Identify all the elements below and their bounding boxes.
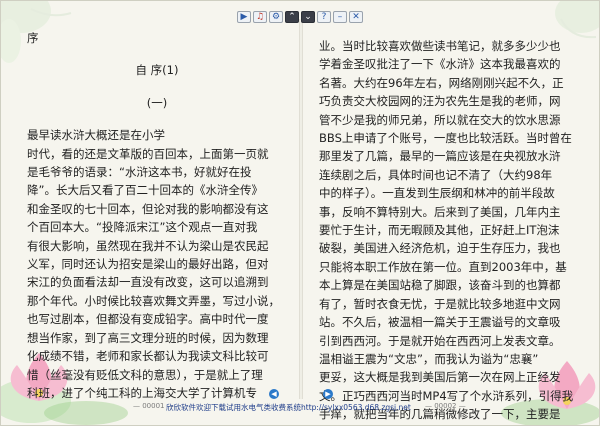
settings-icon[interactable]: ⚙ — [269, 11, 283, 23]
text-line: 是毛爷爷的语录：“水浒这本书，好就好在投 — [27, 165, 252, 180]
text-line: 惜（丝毫没有贬低文科的意思），于是就上了理 — [27, 367, 263, 382]
text-line: 那个年代。小时候比较喜欢舞文弄墨，写过小说， — [27, 293, 280, 308]
play-icon[interactable]: ▶ — [237, 11, 251, 23]
page-heading: 序 — [27, 31, 39, 45]
text-line: 有了，暂时衣食无忧，于是就比较多地逛中文网 — [319, 296, 561, 311]
text-line: 破裂，美国进入经济危机，迫于生存压力，我也 — [319, 241, 561, 256]
text-line: 只能将本职工作放在第一位。直到2003年中，基 — [319, 259, 567, 274]
reader-toolbar: ▶ ♫ ⚙ ⌃ ⌄ ? – ✕ — [237, 11, 363, 25]
text-line: 个百回本大。“投降派宋江”这个观点一直对我 — [27, 220, 258, 235]
prev-page-icon[interactable]: ◀ — [269, 389, 279, 399]
text-line: 业。当时比较喜欢做些读书笔记，就多多少少也 — [319, 39, 561, 53]
promo-link-text[interactable]: 欣欣软件欢迎下载试用水电气类收费系统http://sylxx0563.d68.z… — [166, 403, 411, 412]
down-icon[interactable]: ⌄ — [301, 11, 315, 23]
text-line: 温相谥王震为“文忠”，而我认为谥为“忠襄” — [319, 351, 539, 366]
promo-link[interactable]: 欣欣软件欢迎下载试用水电气类收费系统http://sylxx0563.d68.z… — [166, 402, 411, 413]
text-line: 引到西西河。于是就开始在西西河上发表文章。 — [319, 333, 561, 348]
right-page-number: — 00002 — — [425, 402, 466, 410]
chapter-title: 自 序(1) — [135, 63, 179, 78]
text-line: 连续剧之后，具体时间也记不清了（大约98年 — [319, 167, 553, 182]
text-line: 事，反响不算特别大。后来到了美国，几年内主 — [319, 204, 561, 219]
text-line: 时代，看的还是文革版的百回本，上面第一页就 — [27, 146, 269, 161]
text-line: 那里发了几篇，最早的一篇应该是在央视放水浒 — [319, 149, 561, 164]
text-line: 名著。大约在96年左右，网络刚刚兴起不久，正 — [319, 75, 564, 90]
text-line: 本上算是在美国站稳了脚跟，该奋斗到的也算都 — [319, 278, 561, 293]
text-line: 站。不久后，被温相一篇关于王震谥号的文章吸 — [319, 315, 561, 330]
minimize-icon[interactable]: – — [333, 11, 347, 23]
up-icon[interactable]: ⌃ — [285, 11, 299, 23]
text-line: 义军，同时还认为招安是梁山的最好出路，但对 — [27, 257, 269, 272]
text-line: 科班，进了个纯工科的上海交大学了计算机专 — [27, 385, 257, 400]
help-icon[interactable]: ? — [317, 11, 331, 23]
text-line: 要忙于生计，而无暇顾及其他，正好赶上IT泡沫 — [319, 223, 560, 238]
text-line: 和金圣叹的七十回本，但论对我的影响都没有这 — [27, 201, 269, 216]
book-spine — [299, 19, 303, 399]
right-page: 业。当时比较喜欢做些读书笔记，就多多少少也 学着金圣叹批注了一下《水浒》这本我最… — [319, 37, 581, 421]
text-line: 想当作家，到了高三文理分班的时候，因为数理 — [27, 330, 269, 345]
close-icon[interactable]: ✕ — [349, 11, 363, 23]
text-line: 降”。长大后又看了百二十回本的《水浒全传》 — [27, 183, 263, 198]
text-line: 学着金圣叹批注了一下《水浒》这本我最喜欢的 — [319, 57, 561, 72]
music-icon[interactable]: ♫ — [253, 11, 267, 23]
text-line: 有很大影响，虽然现在我并不认为梁山是农民起 — [27, 238, 269, 253]
text-line: BBS上申请了个账号，一度也比较活跃。当时曾在 — [319, 131, 572, 146]
text-line: 宋江的负面看法却一直没有改变，这可以追溯到 — [27, 275, 269, 290]
text-line: 管不少是我的师兄弟，所以就在交大的饮水思源 — [319, 112, 561, 127]
text-line: 也写过剧本，但都没有变成铅字。高中时代一度 — [27, 312, 269, 327]
text-line: 最早读水浒大概还是在小学 — [27, 128, 165, 143]
ebook-reader-window: ▶ ♫ ⚙ ⌃ ⌄ ? – ✕ 序 自 序(1) (一) 最早读水浒大概还是在小… — [0, 0, 600, 426]
next-page-icon[interactable]: ▶ — [323, 389, 333, 399]
text-line: 巧负责交大校园网的汪为农先生是我的老师，网 — [319, 94, 561, 109]
text-line: 中的样子）。一直发到生辰纲和林冲的前半段故 — [319, 186, 555, 201]
left-page: 序 自 序(1) (一) 最早读水浒大概还是在小学 时代，看的还是文革版的百回本… — [27, 29, 287, 400]
text-line: 更妥，这大概是我到美国后第一次在网上正经发 — [319, 370, 561, 385]
section-number: (一) — [146, 95, 168, 110]
text-line: 化成绩不错，老师和家长都认为我读文科比较可 — [27, 349, 269, 364]
